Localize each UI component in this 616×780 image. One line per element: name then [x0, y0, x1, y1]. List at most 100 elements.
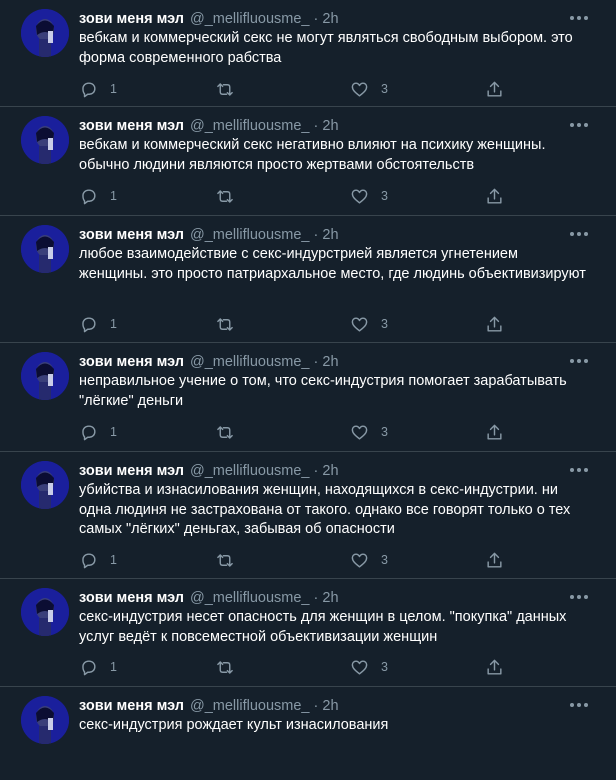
tweet-actions: 1 3	[79, 656, 509, 678]
like-count: 3	[381, 317, 388, 331]
more-icon[interactable]	[568, 698, 590, 712]
avatar[interactable]	[21, 461, 69, 509]
tweet[interactable]: зови меня мэл @_mellifluousme_ · 2h вебка…	[0, 107, 616, 216]
tweet-actions: 1 3	[79, 185, 509, 207]
avatar[interactable]	[21, 225, 69, 273]
display-name[interactable]: зови меня мэл	[79, 227, 184, 243]
heart-icon	[351, 316, 368, 332]
tweet-actions: 1 3	[79, 78, 509, 100]
retweet-icon	[217, 553, 233, 567]
separator-dot: ·	[313, 463, 319, 479]
reply-icon	[82, 81, 96, 97]
reply-button[interactable]: 1	[79, 421, 117, 443]
more-icon[interactable]	[568, 227, 590, 241]
reply-count: 1	[110, 553, 117, 567]
more-icon[interactable]	[568, 590, 590, 604]
retweet-button[interactable]	[215, 549, 235, 571]
display-name[interactable]: зови меня мэл	[79, 11, 184, 27]
heart-icon	[351, 424, 368, 440]
timestamp[interactable]: 2h	[322, 354, 338, 370]
user-handle[interactable]: @_mellifluousme_	[190, 11, 310, 27]
more-icon[interactable]	[568, 354, 590, 368]
like-button[interactable]: 3	[350, 313, 388, 335]
retweet-button[interactable]	[215, 313, 235, 335]
reply-count: 1	[110, 189, 117, 203]
share-button[interactable]	[485, 185, 504, 207]
retweet-button[interactable]	[215, 185, 235, 207]
like-count: 3	[381, 553, 388, 567]
share-button[interactable]	[485, 656, 504, 678]
reply-button[interactable]: 1	[79, 549, 117, 571]
timestamp[interactable]: 2h	[322, 118, 338, 134]
reply-button[interactable]: 1	[79, 78, 117, 100]
user-handle[interactable]: @_mellifluousme_	[190, 354, 310, 370]
share-icon	[487, 316, 502, 332]
reply-icon	[82, 552, 96, 568]
tweet-header: зови меня мэл @_mellifluousme_ · 2h	[79, 588, 576, 608]
retweet-icon	[217, 317, 233, 331]
tweet-text: вебкам и коммерческий секс не могут явля…	[79, 30, 573, 66]
avatar[interactable]	[21, 352, 69, 400]
reply-button[interactable]: 1	[79, 656, 117, 678]
retweet-icon	[217, 425, 233, 439]
retweet-button[interactable]	[215, 656, 235, 678]
like-button[interactable]: 3	[350, 78, 388, 100]
reply-icon	[82, 659, 96, 675]
heart-icon	[351, 659, 368, 675]
user-handle[interactable]: @_mellifluousme_	[190, 590, 310, 606]
like-count: 3	[381, 660, 388, 674]
tweet[interactable]: зови меня мэл @_mellifluousme_ · 2h непра…	[0, 343, 616, 452]
avatar[interactable]	[21, 9, 69, 57]
tweet[interactable]: зови меня мэл @_mellifluousme_ · 2h секс-…	[0, 687, 616, 780]
retweet-button[interactable]	[215, 421, 235, 443]
timestamp[interactable]: 2h	[322, 463, 338, 479]
tweet[interactable]: зови меня мэл @_mellifluousme_ · 2h любое…	[0, 216, 616, 343]
tweet[interactable]: зови меня мэл @_mellifluousme_ · 2h убийс…	[0, 452, 616, 579]
tweet-actions: 1 3	[79, 549, 509, 571]
timestamp[interactable]: 2h	[322, 590, 338, 606]
reply-count: 1	[110, 317, 117, 331]
retweet-icon	[217, 82, 233, 96]
timestamp[interactable]: 2h	[322, 11, 338, 27]
user-handle[interactable]: @_mellifluousme_	[190, 698, 310, 714]
like-button[interactable]: 3	[350, 656, 388, 678]
display-name[interactable]: зови меня мэл	[79, 698, 184, 714]
separator-dot: ·	[313, 354, 319, 370]
like-button[interactable]: 3	[350, 421, 388, 443]
share-button[interactable]	[485, 313, 504, 335]
user-handle[interactable]: @_mellifluousme_	[190, 227, 310, 243]
display-name[interactable]: зови меня мэл	[79, 590, 184, 606]
display-name[interactable]: зови меня мэл	[79, 354, 184, 370]
retweet-button[interactable]	[215, 78, 235, 100]
tweet-header: зови меня мэл @_mellifluousme_ · 2h	[79, 9, 576, 29]
tweet-text: убийства и изнасилования женщин, находящ…	[79, 482, 571, 537]
reply-icon	[82, 188, 96, 204]
more-icon[interactable]	[568, 118, 590, 132]
share-button[interactable]	[485, 549, 504, 571]
avatar[interactable]	[21, 588, 69, 636]
share-button[interactable]	[485, 78, 504, 100]
reply-button[interactable]: 1	[79, 185, 117, 207]
display-name[interactable]: зови меня мэл	[79, 118, 184, 134]
heart-icon	[351, 552, 368, 568]
more-icon[interactable]	[568, 463, 590, 477]
share-icon	[487, 188, 502, 204]
share-button[interactable]	[485, 421, 504, 443]
display-name[interactable]: зови меня мэл	[79, 463, 184, 479]
like-button[interactable]: 3	[350, 185, 388, 207]
user-handle[interactable]: @_mellifluousme_	[190, 118, 310, 134]
timestamp[interactable]: 2h	[322, 227, 338, 243]
tweet-actions: 1 3	[79, 313, 509, 335]
avatar[interactable]	[21, 116, 69, 164]
separator-dot: ·	[313, 227, 319, 243]
timestamp[interactable]: 2h	[322, 698, 338, 714]
reply-button[interactable]: 1	[79, 313, 117, 335]
tweet[interactable]: зови меня мэл @_mellifluousme_ · 2h вебка…	[0, 0, 616, 107]
more-icon[interactable]	[568, 11, 590, 25]
user-handle[interactable]: @_mellifluousme_	[190, 463, 310, 479]
share-icon	[487, 659, 502, 675]
avatar[interactable]	[21, 696, 69, 744]
like-count: 3	[381, 82, 388, 96]
tweet[interactable]: зови меня мэл @_mellifluousme_ · 2h секс-…	[0, 579, 616, 687]
like-button[interactable]: 3	[350, 549, 388, 571]
